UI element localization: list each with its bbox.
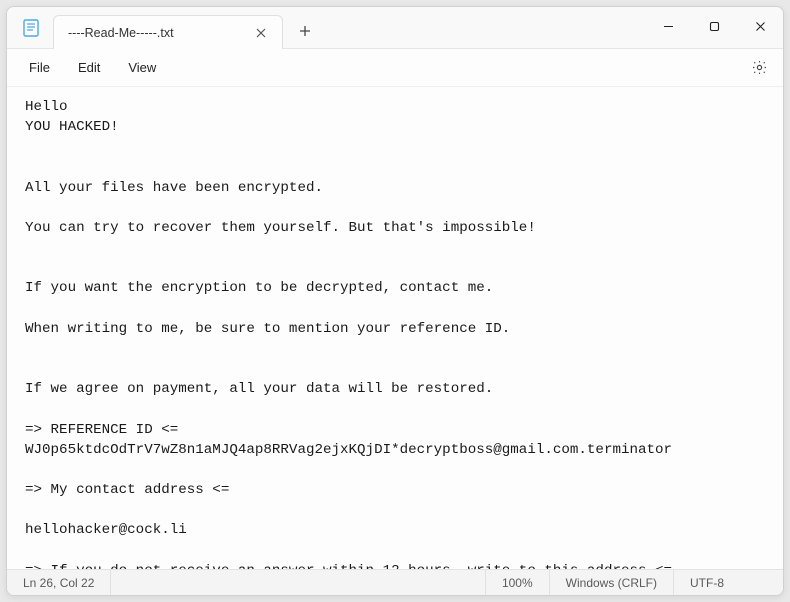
minimize-button[interactable] xyxy=(645,7,691,45)
notepad-window: ----Read-Me-----.txt File Edit View xyxy=(6,6,784,596)
maximize-button[interactable] xyxy=(691,7,737,45)
menu-view[interactable]: View xyxy=(114,54,170,81)
menu-edit[interactable]: Edit xyxy=(64,54,114,81)
zoom-level[interactable]: 100% xyxy=(485,570,549,595)
menubar: File Edit View xyxy=(7,49,783,87)
text-editor-area[interactable]: Hello YOU HACKED! All your files have be… xyxy=(7,87,783,569)
close-window-button[interactable] xyxy=(737,7,783,45)
file-tab[interactable]: ----Read-Me-----.txt xyxy=(53,15,283,49)
new-tab-button[interactable] xyxy=(289,15,321,47)
titlebar: ----Read-Me-----.txt xyxy=(7,7,783,49)
tab-area: ----Read-Me-----.txt xyxy=(7,7,645,49)
menu-file[interactable]: File xyxy=(15,54,64,81)
window-controls xyxy=(645,7,783,45)
line-ending[interactable]: Windows (CRLF) xyxy=(549,570,673,595)
encoding[interactable]: UTF-8 xyxy=(673,570,783,595)
close-tab-icon[interactable] xyxy=(250,22,272,44)
cursor-position: Ln 26, Col 22 xyxy=(7,570,111,595)
statusbar: Ln 26, Col 22 100% Windows (CRLF) UTF-8 xyxy=(7,569,783,595)
settings-button[interactable] xyxy=(743,52,775,84)
tab-title: ----Read-Me-----.txt xyxy=(68,26,250,40)
notepad-app-icon xyxy=(21,18,41,38)
gear-icon xyxy=(751,59,768,76)
document-text: Hello YOU HACKED! All your files have be… xyxy=(25,99,672,569)
